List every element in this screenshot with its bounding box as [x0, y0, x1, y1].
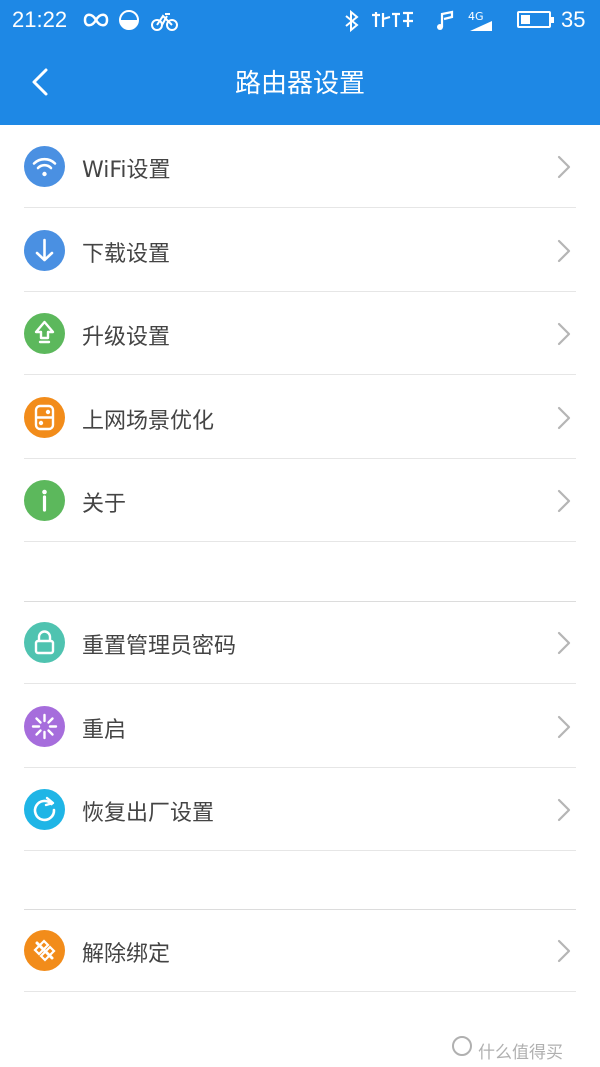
- row-divider: [24, 541, 576, 542]
- chevron-right-icon: [554, 239, 574, 267]
- refresh-icon: [24, 789, 65, 830]
- unbind-icon: [24, 930, 65, 971]
- settings-item-label: WiFi设置: [82, 158, 171, 183]
- bluetooth-icon: [345, 9, 359, 33]
- chevron-right-icon: [554, 322, 574, 350]
- lock-icon: [24, 622, 65, 663]
- restart-icon: [24, 705, 65, 747]
- app-header: 21:22 4G 35 路由器设置: [0, 0, 600, 125]
- bicycle-icon: [151, 13, 178, 31]
- chevron-right-icon: [554, 631, 574, 659]
- settings-item-upgrade[interactable]: 升级设置: [0, 292, 600, 375]
- signal-icon: [470, 21, 492, 31]
- settings-item-label: 升级设置: [82, 325, 171, 350]
- settings-item-label: 恢复出厂设置: [82, 801, 215, 826]
- status-bar: 21:22 4G 35: [0, 0, 600, 44]
- upgrade-icon: [24, 313, 65, 354]
- settings-item-restart[interactable]: 重启: [0, 685, 600, 768]
- wifi-icon: [24, 146, 65, 187]
- settings-item-label: 下载设置: [82, 241, 171, 267]
- settings-item-label: 上网场景优化: [82, 408, 215, 434]
- chevron-right-icon: [554, 715, 574, 743]
- settings-item-label: 解除绑定: [82, 942, 171, 967]
- app-notification-icon: [372, 11, 413, 27]
- settings-item-info[interactable]: 关于: [0, 459, 600, 542]
- settings-item-lock[interactable]: 重置管理员密码: [0, 601, 600, 684]
- chevron-right-icon: [554, 406, 574, 434]
- row-divider: [24, 850, 576, 851]
- chevron-right-icon: [554, 939, 574, 967]
- settings-item-wifi[interactable]: WiFi设置: [0, 125, 600, 208]
- battery-icon: [517, 11, 554, 28]
- download-icon: [24, 229, 65, 271]
- settings-item-label: 关于: [82, 492, 127, 517]
- settings-item-label: 重置管理员密码: [82, 634, 237, 659]
- row-divider: [24, 991, 576, 992]
- watermark: 什么值得买: [452, 1036, 563, 1063]
- chevron-right-icon: [554, 155, 574, 183]
- settings-item-download[interactable]: 下载设置: [0, 209, 600, 292]
- settings-item-refresh[interactable]: 恢复出厂设置: [0, 768, 600, 851]
- page-title: 路由器设置: [234, 69, 365, 99]
- settings-item-unbind[interactable]: 解除绑定: [0, 909, 600, 992]
- battery-percent: 35: [561, 7, 586, 32]
- settings-item-label: 重启: [82, 717, 127, 743]
- toggle-icon: [24, 396, 65, 438]
- music-icon: [437, 10, 454, 30]
- info-icon: [24, 480, 65, 521]
- status-time: 21:22: [12, 7, 68, 32]
- watermark-logo-icon: [452, 1036, 472, 1056]
- infinity-icon: [83, 13, 109, 27]
- data-saver-icon: [119, 10, 139, 30]
- chevron-right-icon: [554, 489, 574, 517]
- settings-item-toggle[interactable]: 上网场景优化: [0, 376, 600, 459]
- chevron-right-icon: [554, 798, 574, 826]
- watermark-text: 什么值得买: [478, 1043, 563, 1063]
